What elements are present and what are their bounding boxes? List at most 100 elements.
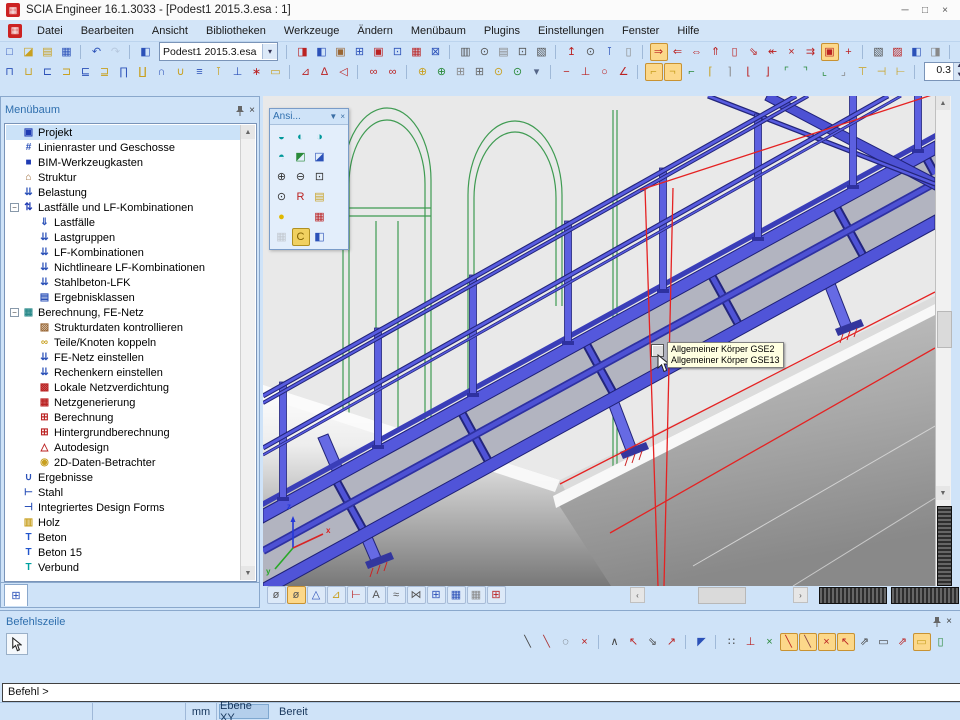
- measure-icon[interactable]: ⊺: [601, 43, 619, 61]
- page-icon-1[interactable]: □: [957, 43, 960, 61]
- tree-expander-icon[interactable]: [26, 248, 37, 257]
- tree-expander-icon[interactable]: [10, 158, 21, 167]
- zoom-in-icon[interactable]: ⊕: [273, 168, 291, 186]
- ucs-icon-8[interactable]: ⌜: [778, 63, 796, 81]
- tree-item[interactable]: ⊣ Integriertes Design Forms: [6, 500, 240, 515]
- tree-item[interactable]: ⊞ Hintergrundberechnung: [6, 425, 240, 440]
- fast-adjustment-icon[interactable]: ⊞: [487, 586, 506, 604]
- workspace-layout-icon[interactable]: ◧: [137, 43, 155, 61]
- render-solid-icon[interactable]: ø: [287, 586, 306, 604]
- tree-item[interactable]: ◉ 2D-Daten-Betrachter: [6, 455, 240, 470]
- print-preview-icon[interactable]: ⊙: [476, 43, 494, 61]
- result-icon-1[interactable]: ▧: [870, 43, 888, 61]
- dimension-icon-12[interactable]: ⊺: [210, 63, 228, 81]
- light-icon[interactable]: ●: [273, 208, 291, 226]
- calculator-icon[interactable]: ▯: [932, 633, 950, 651]
- tree-expander-icon[interactable]: −: [10, 203, 19, 212]
- circle-icon[interactable]: ○: [596, 63, 614, 81]
- snap-size-spinner[interactable]: 0.3 ▲▼: [924, 62, 960, 81]
- scroll-down-icon[interactable]: ▼: [936, 486, 950, 500]
- viewport-vertical-scrollbar[interactable]: ▲ ▼: [935, 96, 951, 586]
- tree-item[interactable]: ▨ Strukturdaten kontrollieren: [6, 320, 240, 335]
- member-tool-icon-2[interactable]: ⇐: [669, 43, 687, 61]
- view-x-icon[interactable]: ◒: [273, 128, 291, 146]
- tree-item[interactable]: ⇊ Stahlbeton-LFK: [6, 275, 240, 290]
- menu-item[interactable]: Plugins: [475, 22, 529, 40]
- document-icon-1[interactable]: ▤: [495, 43, 513, 61]
- tree-expander-icon[interactable]: [26, 263, 37, 272]
- dimension-icon-4[interactable]: ⊐: [58, 63, 76, 81]
- mdi-child-icon[interactable]: ▦: [8, 24, 22, 38]
- menu-item[interactable]: Fenster: [613, 22, 668, 40]
- tree-item[interactable]: △ Autodesign: [6, 440, 240, 455]
- new-project-icon[interactable]: □: [1, 43, 19, 61]
- tree-item[interactable]: ⇊ LF-Kombinationen: [6, 245, 240, 260]
- tree-item[interactable]: ⇊ Lastgruppen: [6, 230, 240, 245]
- tree-expander-icon[interactable]: [10, 188, 21, 197]
- snap-circle-icon[interactable]: ◌: [557, 633, 575, 651]
- snap-cross-icon[interactable]: ×: [818, 633, 836, 651]
- member-tool-icon-10[interactable]: ▣: [821, 43, 839, 61]
- tree-item[interactable]: ∞ Teile/Knoten koppeln: [6, 335, 240, 350]
- show-sections-icon[interactable]: ⋈: [407, 586, 426, 604]
- pin-icon[interactable]: [235, 105, 245, 116]
- link-icon-2[interactable]: ∞: [384, 63, 402, 81]
- snap-endpoint-icon[interactable]: ╲: [519, 633, 537, 651]
- snap-tool-icon-1[interactable]: ∧: [606, 633, 624, 651]
- tree-expander-icon[interactable]: [26, 398, 37, 407]
- horizontal-rotation-bar-2[interactable]: [891, 587, 959, 604]
- menu-item[interactable]: Bibliotheken: [197, 22, 275, 40]
- ucs-icon-9[interactable]: ⌝: [797, 63, 815, 81]
- snap-grid-icon[interactable]: ∷: [723, 633, 741, 651]
- open-project-icon[interactable]: ◪: [20, 43, 38, 61]
- tree-item[interactable]: ⇊ Belastung: [6, 185, 240, 200]
- tree-item[interactable]: ▥ Holz: [6, 515, 240, 530]
- menu-item[interactable]: Einstellungen: [529, 22, 613, 40]
- dimension-icon-3[interactable]: ⊏: [39, 63, 57, 81]
- show-labels-icon[interactable]: A: [367, 586, 386, 604]
- menu-item[interactable]: Datei: [28, 22, 72, 40]
- tree-item[interactable]: ▦ Netzgenerierung: [6, 395, 240, 410]
- pin-icon[interactable]: [932, 616, 942, 627]
- move-icon-2[interactable]: ⊙: [509, 63, 527, 81]
- status-working-plane[interactable]: Ebene XY: [219, 704, 269, 719]
- polyline-icon-2[interactable]: ∆: [316, 63, 334, 81]
- floating-toolbar-header[interactable]: Ansi... ▼ ×: [270, 109, 348, 125]
- database-icon-6[interactable]: ⊠: [427, 43, 445, 61]
- tree-item[interactable]: T Verbund: [6, 560, 240, 575]
- member-tool-icon-4[interactable]: ⇑: [707, 43, 725, 61]
- snap-extension-icon[interactable]: ⇗: [894, 633, 912, 651]
- viewport-3d-scene[interactable]: [263, 96, 935, 586]
- tree-expander-icon[interactable]: [10, 548, 21, 557]
- tab-menu-tree[interactable]: ⊞: [4, 584, 28, 606]
- dimension-icon-10[interactable]: ∪: [172, 63, 190, 81]
- minimize-button[interactable]: ─: [896, 5, 914, 16]
- scroll-left-icon[interactable]: ‹: [630, 587, 645, 603]
- dimension-icon-9[interactable]: ∩: [153, 63, 171, 81]
- status-unit[interactable]: mm: [186, 703, 217, 720]
- ucs-icon-12[interactable]: ⊤: [854, 63, 872, 81]
- view-axo-icon[interactable]: ◓: [273, 148, 291, 166]
- tree-scrollbar[interactable]: ▲ ▼: [240, 125, 255, 580]
- menu-item[interactable]: Ansicht: [143, 22, 197, 40]
- close-icon[interactable]: ×: [340, 112, 345, 121]
- scrollbar-thumb[interactable]: [698, 587, 746, 604]
- snap-midpoint-icon[interactable]: ╲: [538, 633, 556, 651]
- snap-point-icon[interactable]: ×: [761, 633, 779, 651]
- close-icon[interactable]: ×: [946, 616, 952, 627]
- tree-item[interactable]: # Linienraster und Geschosse: [6, 140, 240, 155]
- dimension-icon-14[interactable]: ∗: [248, 63, 266, 81]
- tree-expander-icon[interactable]: [26, 233, 37, 242]
- tree-item[interactable]: ■ BIM-Werkzeugkasten: [6, 155, 240, 170]
- ucs-icon-2[interactable]: ¬: [664, 63, 682, 81]
- ucs-icon-7[interactable]: ⌋: [759, 63, 777, 81]
- snap-edge-icon[interactable]: ▭: [875, 633, 893, 651]
- perpendicular-icon[interactable]: ⊥: [577, 63, 595, 81]
- tree-expander-icon[interactable]: [26, 443, 37, 452]
- member-tool-icon-8[interactable]: ×: [783, 43, 801, 61]
- view-floating-toolbar[interactable]: Ansi... ▼ × ◒◐◑◓◩◪⊕⊖⊡⊙R▤●▦▦C◧: [269, 108, 349, 250]
- dimension-icon-8[interactable]: ∐: [134, 63, 152, 81]
- projection-icon-2[interactable]: ◪: [311, 148, 329, 166]
- angle-icon[interactable]: ∠: [615, 63, 633, 81]
- dimension-icon-13[interactable]: ⊥: [229, 63, 247, 81]
